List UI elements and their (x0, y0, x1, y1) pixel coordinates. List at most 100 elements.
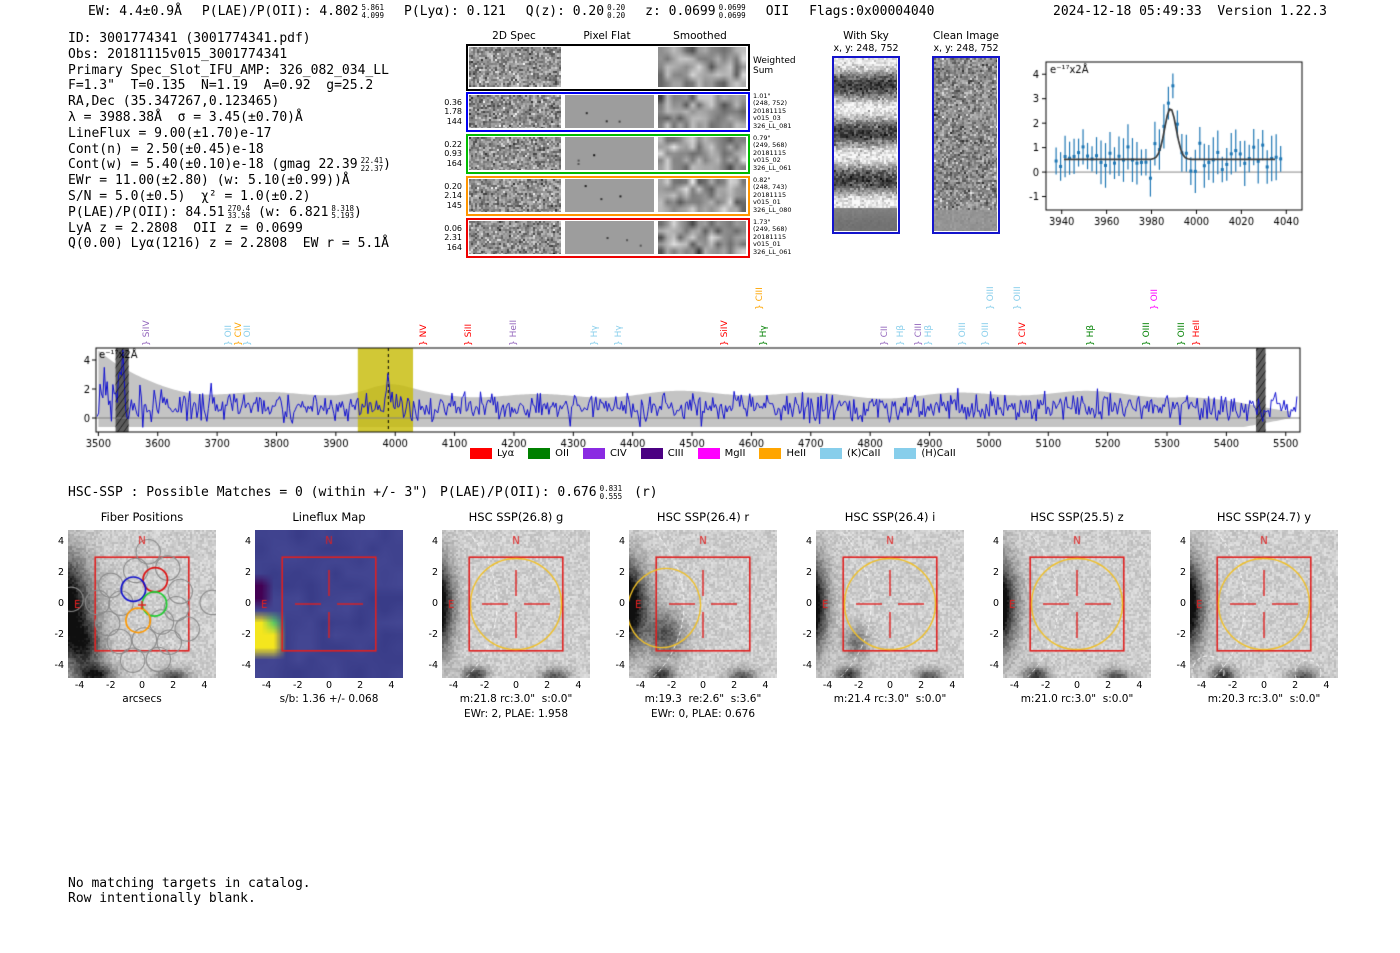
emission-line-label-oiii: } OIII (1141, 322, 1152, 346)
text: EWr = 11.00(±2.80) (w: 5.10(±0.99))Å (68, 173, 350, 189)
legend-item: MgII (697, 448, 746, 459)
text: z: 0.0699 (645, 4, 716, 19)
legend-label: MgII (724, 448, 746, 459)
stat-value: 0.20 (444, 181, 462, 191)
with-sky-cutout (832, 56, 900, 234)
panel-y-tick: 4 (57, 535, 64, 547)
spec2d-row-meta: 0.82" (248, 743) 20181115 v015_01 326_LL_080 (753, 176, 792, 214)
panel-y-tick: 2 (805, 566, 812, 578)
emission-line-label-hβ: } Hβ (1086, 324, 1097, 346)
legend-swatch (759, 448, 782, 459)
info-line: EWr = 11.00(±2.80) (w: 5.10(±0.99))Å (68, 173, 391, 189)
sub-value: 0.0699 (718, 10, 746, 20)
legend-item: CIV (582, 448, 627, 459)
panel-image-circle (442, 530, 590, 678)
spec2d-col-smoothed: Smoothed (673, 30, 727, 42)
stacked-limits: 8.318 5.193 (331, 205, 354, 220)
panel-x-tick: -4 (822, 680, 833, 691)
panel-x-tick: 0 (1260, 680, 1268, 691)
panel-y-tick: 4 (431, 535, 438, 547)
spec2d-row (466, 44, 750, 91)
emission-line-label-heii: } HeII (1191, 319, 1202, 346)
info-line: P(LAE)/P(OII): 84.51 270.4 33.58 (w: 6.821… (68, 205, 391, 221)
panel-y-tick: -2 (1176, 629, 1186, 641)
full-spectrum-plot (82, 337, 1312, 449)
panel-x-tick: 0 (886, 680, 894, 691)
legend-swatch (582, 448, 605, 459)
clean-image-title: Clean Image (932, 30, 1000, 42)
text-segment: HSC-SSP : Possible Matches = 0 (within +… (68, 485, 428, 500)
info-line: Cont(w) = 5.40(±0.10)e-18 (gmag 22.39 22.… (68, 157, 391, 173)
footer-line-1: No matching targets in catalog. (68, 876, 311, 891)
legend-swatch (470, 448, 492, 459)
panel-x-tick: -4 (1009, 680, 1020, 691)
spec2d-2dspec-image (469, 47, 561, 87)
panel-x-tick: 4 (1323, 680, 1330, 691)
panel-x-tick: -2 (106, 680, 116, 691)
line-fit-plot (1008, 46, 1338, 238)
emission-line-label-hγ: } Hγ (758, 325, 769, 346)
panel-x-tick: 4 (388, 680, 395, 691)
panel-x-tick: -4 (261, 680, 272, 691)
panel-y-tick: 4 (805, 535, 812, 547)
panel-image-circle (1003, 530, 1151, 678)
info-line: ID: 3001774341 (3001774341.pdf) (68, 31, 391, 47)
emission-line-label-cii: } CII (879, 325, 890, 346)
panel-x-tick: 4 (575, 680, 582, 691)
panel-caption: m:21.0 rc:3.0" s:0.0" (1020, 693, 1134, 705)
panel-y-tick: 2 (618, 566, 625, 578)
panel-title: HSC SSP(26.8) g (468, 510, 564, 524)
info-line: Obs: 20181115v015_3001774341 (68, 47, 391, 63)
stat-value: 164 (446, 158, 462, 168)
sub-value: 4.099 (361, 10, 385, 20)
text: Cont(w) = 5.40(±0.10)e-18 (gmag 22.39 (68, 157, 358, 173)
info-line: λ = 3988.38Å σ = 3.45(±0.70)Å (68, 110, 391, 126)
legend-label: HeII (786, 448, 807, 459)
panel-image-circle (1190, 530, 1338, 678)
sub-value: 5.193 (331, 211, 354, 221)
meta-line: 326_LL_061 (753, 163, 792, 172)
panel-y-tick: 4 (992, 535, 999, 547)
panel-y-tick: -2 (54, 629, 64, 641)
emission-line-label-oiii: } OIII (981, 322, 992, 346)
panel-x-tick: 0 (1073, 680, 1081, 691)
panel-x-tick: -2 (854, 680, 864, 691)
panel-x-tick: 2 (731, 680, 738, 691)
sub-value: 33.58 (227, 211, 251, 221)
panel-y-tick: -4 (615, 660, 625, 672)
text-segment: EW: 4.4±0.9Å (88, 4, 182, 19)
spec2d-row-meta: 1.01" (248, 752) 20181115 v015_03 326_LL_081 (753, 92, 792, 130)
panel-x-tick: 4 (1136, 680, 1143, 691)
with-sky-image (834, 58, 897, 231)
with-sky-coords: x, y: 248, 752 (833, 43, 899, 54)
legend-label: (K)CaII (847, 448, 881, 459)
text: RA,Dec (35.347267,0.123465) (68, 94, 280, 110)
spec2d-pixelflat-image (565, 179, 654, 212)
spec2d-2dspec-image (469, 137, 561, 170)
panel-y-tick: -4 (989, 660, 999, 672)
panel-title: HSC SSP(25.5) z (1030, 510, 1124, 524)
meta-line: 326_LL_080 (753, 205, 792, 214)
panel-y-tick: 0 (57, 598, 64, 609)
text-segment: (r) (634, 485, 657, 500)
panel-title: HSC SSP(26.4) i (844, 510, 936, 524)
panel-caption: m:21.4 rc:3.0" s:0.0" (833, 693, 947, 705)
text-segment: F=1.3" T=0.135 N=1.19 A=0.92 g=25.2 (68, 78, 373, 94)
spec2d-2dspec-image (469, 179, 561, 212)
panel-y-tick: 2 (431, 566, 438, 578)
legend-swatch (528, 448, 551, 459)
panel-y-tick: -2 (615, 629, 625, 641)
panel-x-tick: 2 (1105, 680, 1112, 691)
panel-caption: s/b: 1.36 +/- 0.068 (279, 693, 379, 705)
info-line: F=1.3" T=0.135 N=1.19 A=0.92 g=25.2 (68, 78, 391, 94)
spec2d-row (466, 92, 750, 132)
text-segment: P(LAE)/P(OII): 4.802 5.861 4.099 (202, 4, 384, 19)
panel-x-tick: -2 (667, 680, 677, 691)
legend-swatch (697, 448, 720, 459)
panel-y-tick: -4 (54, 660, 64, 672)
text: P(LAE)/P(OII): 0.676 (440, 485, 597, 500)
panel-caption: arcsecs (122, 693, 162, 705)
legend-item: OII (528, 448, 569, 459)
spec2d-smoothed-image (658, 221, 746, 254)
legend-label: CIV (609, 448, 627, 459)
